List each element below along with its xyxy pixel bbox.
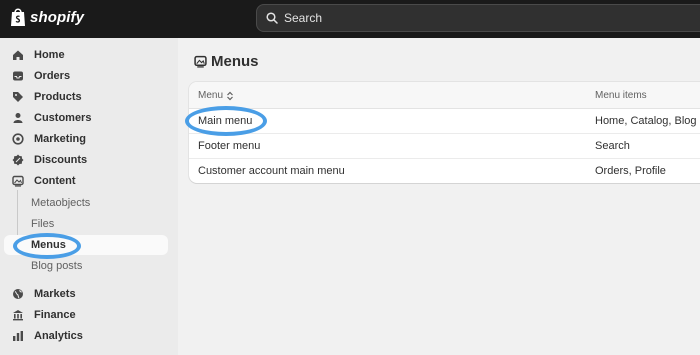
sidebar-item-label: Products (34, 91, 82, 103)
content-icon (194, 55, 207, 68)
page-title: Menus (194, 53, 259, 70)
tag-icon (11, 90, 25, 104)
shopify-logo[interactable]: shopify (10, 7, 84, 27)
bank-icon (11, 308, 25, 322)
column-header-menu-items: Menu items (595, 90, 647, 101)
inbox-icon (11, 69, 25, 83)
column-header-label: Menu (198, 90, 224, 101)
sidebar-item-home[interactable]: Home (4, 45, 168, 65)
top-bar: shopify Search (0, 0, 700, 38)
sidebar-item-analytics[interactable]: Analytics (4, 326, 168, 346)
discount-icon (11, 153, 25, 167)
sidebar-subitem-label: Blog posts (31, 260, 83, 272)
sidebar-subitem-files[interactable]: Files (4, 214, 168, 234)
table-row[interactable]: Footer menu Search (189, 134, 700, 159)
column-header-label: Menu items (595, 90, 647, 101)
sort-icon (227, 91, 233, 100)
sidebar-subitem-label: Files (31, 218, 55, 230)
home-icon (11, 48, 25, 62)
person-icon (11, 111, 25, 125)
target-icon (11, 132, 25, 146)
globe-icon (11, 287, 25, 301)
sidebar-subitem-blog-posts[interactable]: Blog posts (4, 256, 168, 276)
page-title-text: Menus (211, 53, 259, 70)
sidebar-item-finance[interactable]: Finance (4, 305, 168, 325)
menu-items-cell: Orders, Profile (595, 165, 666, 177)
menus-table: Menu Menu items Main menu Home, Catalog,… (189, 82, 700, 183)
table-header: Menu Menu items (189, 82, 700, 109)
content-icon (11, 174, 25, 188)
sidebar-item-content[interactable]: Content (4, 171, 168, 191)
highlight-oval-main-menu (185, 106, 267, 136)
menu-name-link[interactable]: Footer menu (198, 140, 260, 152)
sidebar-item-label: Discounts (34, 154, 88, 166)
bar-chart-icon (11, 329, 25, 343)
sidebar-item-markets[interactable]: Markets (4, 284, 168, 304)
sidebar-item-discounts[interactable]: Discounts (4, 150, 168, 170)
sidebar-item-label: Content (34, 175, 76, 187)
table-row[interactable]: Customer account main menu Orders, Profi… (189, 159, 700, 183)
sidebar-item-label: Finance (34, 309, 76, 321)
sidebar-subitem-label: Metaobjects (31, 197, 91, 209)
sidebar-item-marketing[interactable]: Marketing (4, 129, 168, 149)
brand-name: shopify (30, 8, 85, 26)
highlight-oval-menus (13, 233, 81, 259)
sidebar-item-label: Home (34, 49, 65, 61)
search-placeholder: Search (284, 11, 323, 25)
sidebar-subitem-metaobjects[interactable]: Metaobjects (4, 193, 168, 213)
search-icon (266, 12, 278, 24)
search-input[interactable]: Search (256, 4, 700, 32)
menu-items-cell: Home, Catalog, Blog (595, 115, 697, 127)
sidebar-item-label: Marketing (34, 133, 86, 145)
sidebar-item-customers[interactable]: Customers (4, 108, 168, 128)
column-header-menu[interactable]: Menu (198, 90, 234, 101)
sidebar-item-orders[interactable]: Orders (4, 66, 168, 86)
sidebar-item-label: Orders (34, 70, 71, 82)
sidebar-item-label: Markets (34, 288, 76, 300)
sidebar-item-products[interactable]: Products (4, 87, 168, 107)
sidebar-item-label: Analytics (34, 330, 83, 342)
shopify-bag-icon (11, 8, 25, 26)
sidebar-item-label: Customers (34, 112, 92, 124)
menu-items-cell: Search (595, 140, 630, 152)
sidebar: Home Orders Products Customers Marketing… (0, 38, 178, 355)
menu-name-link[interactable]: Customer account main menu (198, 165, 345, 177)
